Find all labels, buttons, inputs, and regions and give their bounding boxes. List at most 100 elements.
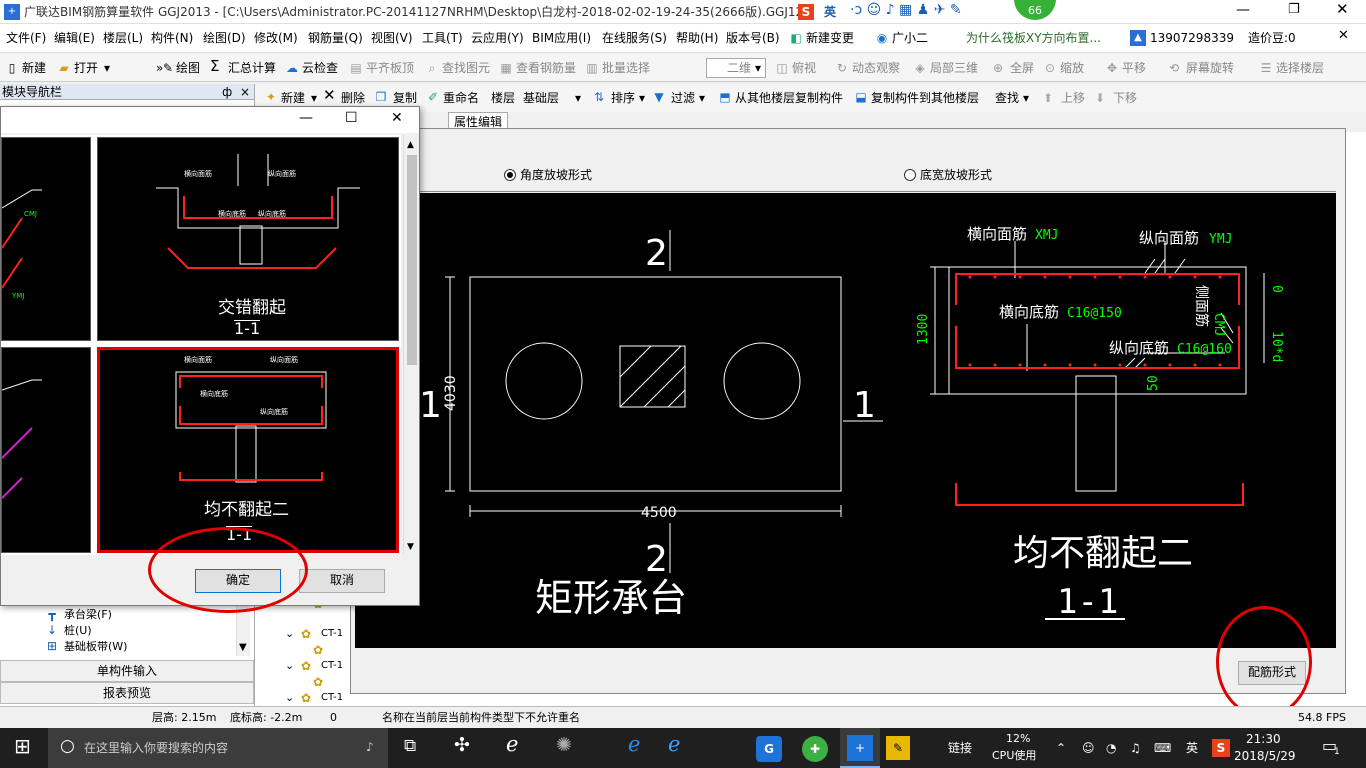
cancel-button[interactable]: 取消	[299, 569, 385, 593]
sort-button[interactable]: 排序	[611, 90, 635, 106]
select-floor-button[interactable]: 选择楼层	[1276, 60, 1324, 76]
find-button[interactable]: 查找	[995, 90, 1019, 106]
dialog-scroll-down-icon[interactable]: ▼	[407, 539, 414, 555]
pan-button[interactable]: 平移	[1122, 60, 1146, 76]
tree-item-ct-1[interactable]: CT-1	[321, 626, 343, 642]
top-view-button[interactable]: 俯视	[792, 60, 816, 76]
scroll-up-icon[interactable]: ▲	[407, 137, 414, 153]
dialog-maximize-button[interactable]: ☐	[345, 110, 358, 126]
dynamic-view-button[interactable]: 动态观察	[852, 60, 900, 76]
ct-expand-icon-3[interactable]: ⌄	[285, 690, 294, 706]
copy-from-floor-button[interactable]: 从其他楼层复制构件	[735, 90, 843, 106]
new-change-button[interactable]: 新建变更	[806, 30, 854, 46]
phone-number[interactable]: 13907298339	[1150, 30, 1234, 46]
menu-floor[interactable]: 楼层(L)	[103, 30, 143, 46]
thumb-no-flip-2[interactable]: 横向面筋 纵向面筋 横向底筋 纵向底筋 均不翻起二 1-1	[97, 347, 399, 553]
ime-mode[interactable]: 英	[824, 4, 836, 20]
floor-dropdown-icon[interactable]: ▾	[575, 90, 581, 106]
batch-select-button[interactable]: 批量选择	[602, 60, 650, 76]
radio-width[interactable]	[904, 169, 916, 181]
close-button[interactable]: ✕	[1336, 1, 1349, 17]
menu-close-icon[interactable]: ✕	[1338, 28, 1349, 44]
delete-button[interactable]: 删除	[341, 90, 365, 106]
sogou-ime-icon[interactable]: S	[798, 4, 814, 20]
dialog-minimize-button[interactable]: —	[299, 110, 313, 126]
scroll-thumb[interactable]	[407, 155, 417, 365]
tray-volume-icon[interactable]: ♫	[1130, 740, 1141, 756]
thumb-partial-top[interactable]: CMJ YMJ	[1, 137, 91, 341]
windows-start-icon[interactable]: ⊞	[14, 736, 31, 756]
taskbar-search-box[interactable]: ○ 在这里输入你要搜索的内容 ♪	[48, 728, 388, 768]
ime-toolbar-icons[interactable]: ·ↄ ☺ ♪ ▦ ♟ ✈ ✎	[850, 2, 962, 18]
filter-button[interactable]: 过滤	[671, 90, 695, 106]
cloud-check-button[interactable]: 云检查	[302, 60, 338, 76]
move-down-button[interactable]: 下移	[1113, 90, 1137, 106]
find-element-button[interactable]: 查找图元	[442, 60, 490, 76]
speed-badge[interactable]: 66	[1014, 0, 1056, 20]
pin-icon[interactable]: ф	[222, 84, 232, 100]
radio-angle-label[interactable]: 角度放坡形式	[520, 167, 592, 183]
filter-dropdown-icon[interactable]: ▾	[699, 90, 705, 106]
tree-item-pile[interactable]: 桩(U)	[64, 623, 92, 639]
sum-button[interactable]: 汇总计算	[228, 60, 276, 76]
task-view-icon[interactable]: ⧉	[404, 738, 416, 755]
open-button[interactable]: 打开	[74, 60, 98, 76]
tray-ime[interactable]: 英	[1186, 740, 1198, 756]
tree-scrollbar[interactable]: ▼	[236, 606, 250, 656]
clock-time[interactable]: 21:30	[1246, 731, 1281, 747]
find-dropdown-icon[interactable]: ▾	[1023, 90, 1029, 106]
nav-close-icon[interactable]: ×	[240, 84, 250, 100]
fullscreen-button[interactable]: 全屏	[1010, 60, 1034, 76]
ggj-active-app[interactable]: +	[840, 728, 880, 768]
assistant-button[interactable]: 广小二	[892, 30, 928, 46]
local-3d-button[interactable]: 局部三维	[930, 60, 978, 76]
menu-view[interactable]: 视图(V)	[371, 30, 413, 46]
menu-tools[interactable]: 工具(T)	[422, 30, 463, 46]
ct-expand-icon[interactable]: ⌄	[285, 626, 294, 642]
menu-bim[interactable]: BIM应用(I)	[532, 30, 591, 46]
menu-help[interactable]: 帮助(H)	[676, 30, 718, 46]
tray-people-icon[interactable]: ☺	[1082, 740, 1095, 756]
tree-item-ct-3[interactable]: CT-1	[321, 690, 343, 706]
edge-icon[interactable]: ℯ	[628, 734, 640, 755]
new-dropdown-icon[interactable]: ▾	[311, 90, 317, 106]
glodon-app-icon[interactable]: G	[756, 736, 782, 762]
rotate-button[interactable]: 屏幕旋转	[1186, 60, 1234, 76]
question-link[interactable]: 为什么筏板XY方向布置...	[966, 30, 1101, 46]
single-input-button[interactable]: 单构件输入	[0, 660, 254, 682]
notes-app-icon[interactable]: ✎	[886, 736, 910, 760]
report-preview-button[interactable]: 报表预览	[0, 682, 254, 704]
tray-sogou-icon[interactable]: S	[1212, 739, 1230, 757]
menu-rebar[interactable]: 钢筋量(Q)	[308, 30, 363, 46]
mic-icon[interactable]: ♪	[366, 739, 374, 755]
menu-modify[interactable]: 修改(M)	[254, 30, 298, 46]
clock-date[interactable]: 2018/5/29	[1234, 748, 1296, 764]
thumb-partial-bottom[interactable]	[1, 347, 91, 553]
restore-button[interactable]: ❐	[1288, 2, 1300, 18]
ct-expand-icon-2[interactable]: ⌄	[285, 658, 294, 674]
tray-keyboard-icon[interactable]: ⌨	[1154, 740, 1171, 756]
sort-dropdown-icon[interactable]: ▾	[639, 90, 645, 106]
menu-file[interactable]: 文件(F)	[6, 30, 46, 46]
dialog-close-button[interactable]: ✕	[391, 110, 403, 126]
floor-select[interactable]: 基础层	[523, 90, 559, 106]
ie-icon[interactable]: ℯ	[668, 734, 680, 755]
flat-top-button[interactable]: 平齐板顶	[366, 60, 414, 76]
radio-angle[interactable]	[504, 169, 516, 181]
minimize-button[interactable]: —	[1236, 2, 1250, 18]
menu-component[interactable]: 构件(N)	[151, 30, 193, 46]
copy-button[interactable]: 复制	[393, 90, 417, 106]
thumb-staggered[interactable]: 横向面筋 纵向面筋 横向底筋 纵向底筋 交错翻起 1-1	[97, 137, 399, 341]
menu-draw[interactable]: 绘图(D)	[203, 30, 246, 46]
new-component-button[interactable]: 新建	[281, 90, 305, 106]
tree-item-strip[interactable]: 基础板带(W)	[64, 639, 127, 655]
menu-version[interactable]: 版本号(B)	[726, 30, 780, 46]
menu-edit[interactable]: 编辑(E)	[54, 30, 95, 46]
open-dropdown-icon[interactable]: ▾	[104, 60, 110, 76]
menu-cloud[interactable]: 云应用(Y)	[471, 30, 524, 46]
zoom-button[interactable]: 缩放	[1060, 60, 1084, 76]
tray-wifi-icon[interactable]: ◔	[1106, 740, 1116, 756]
new-button[interactable]: 新建	[22, 60, 46, 76]
view-rebar-button[interactable]: 查看钢筋量	[516, 60, 576, 76]
link-toolbar[interactable]: 链接	[948, 740, 972, 756]
